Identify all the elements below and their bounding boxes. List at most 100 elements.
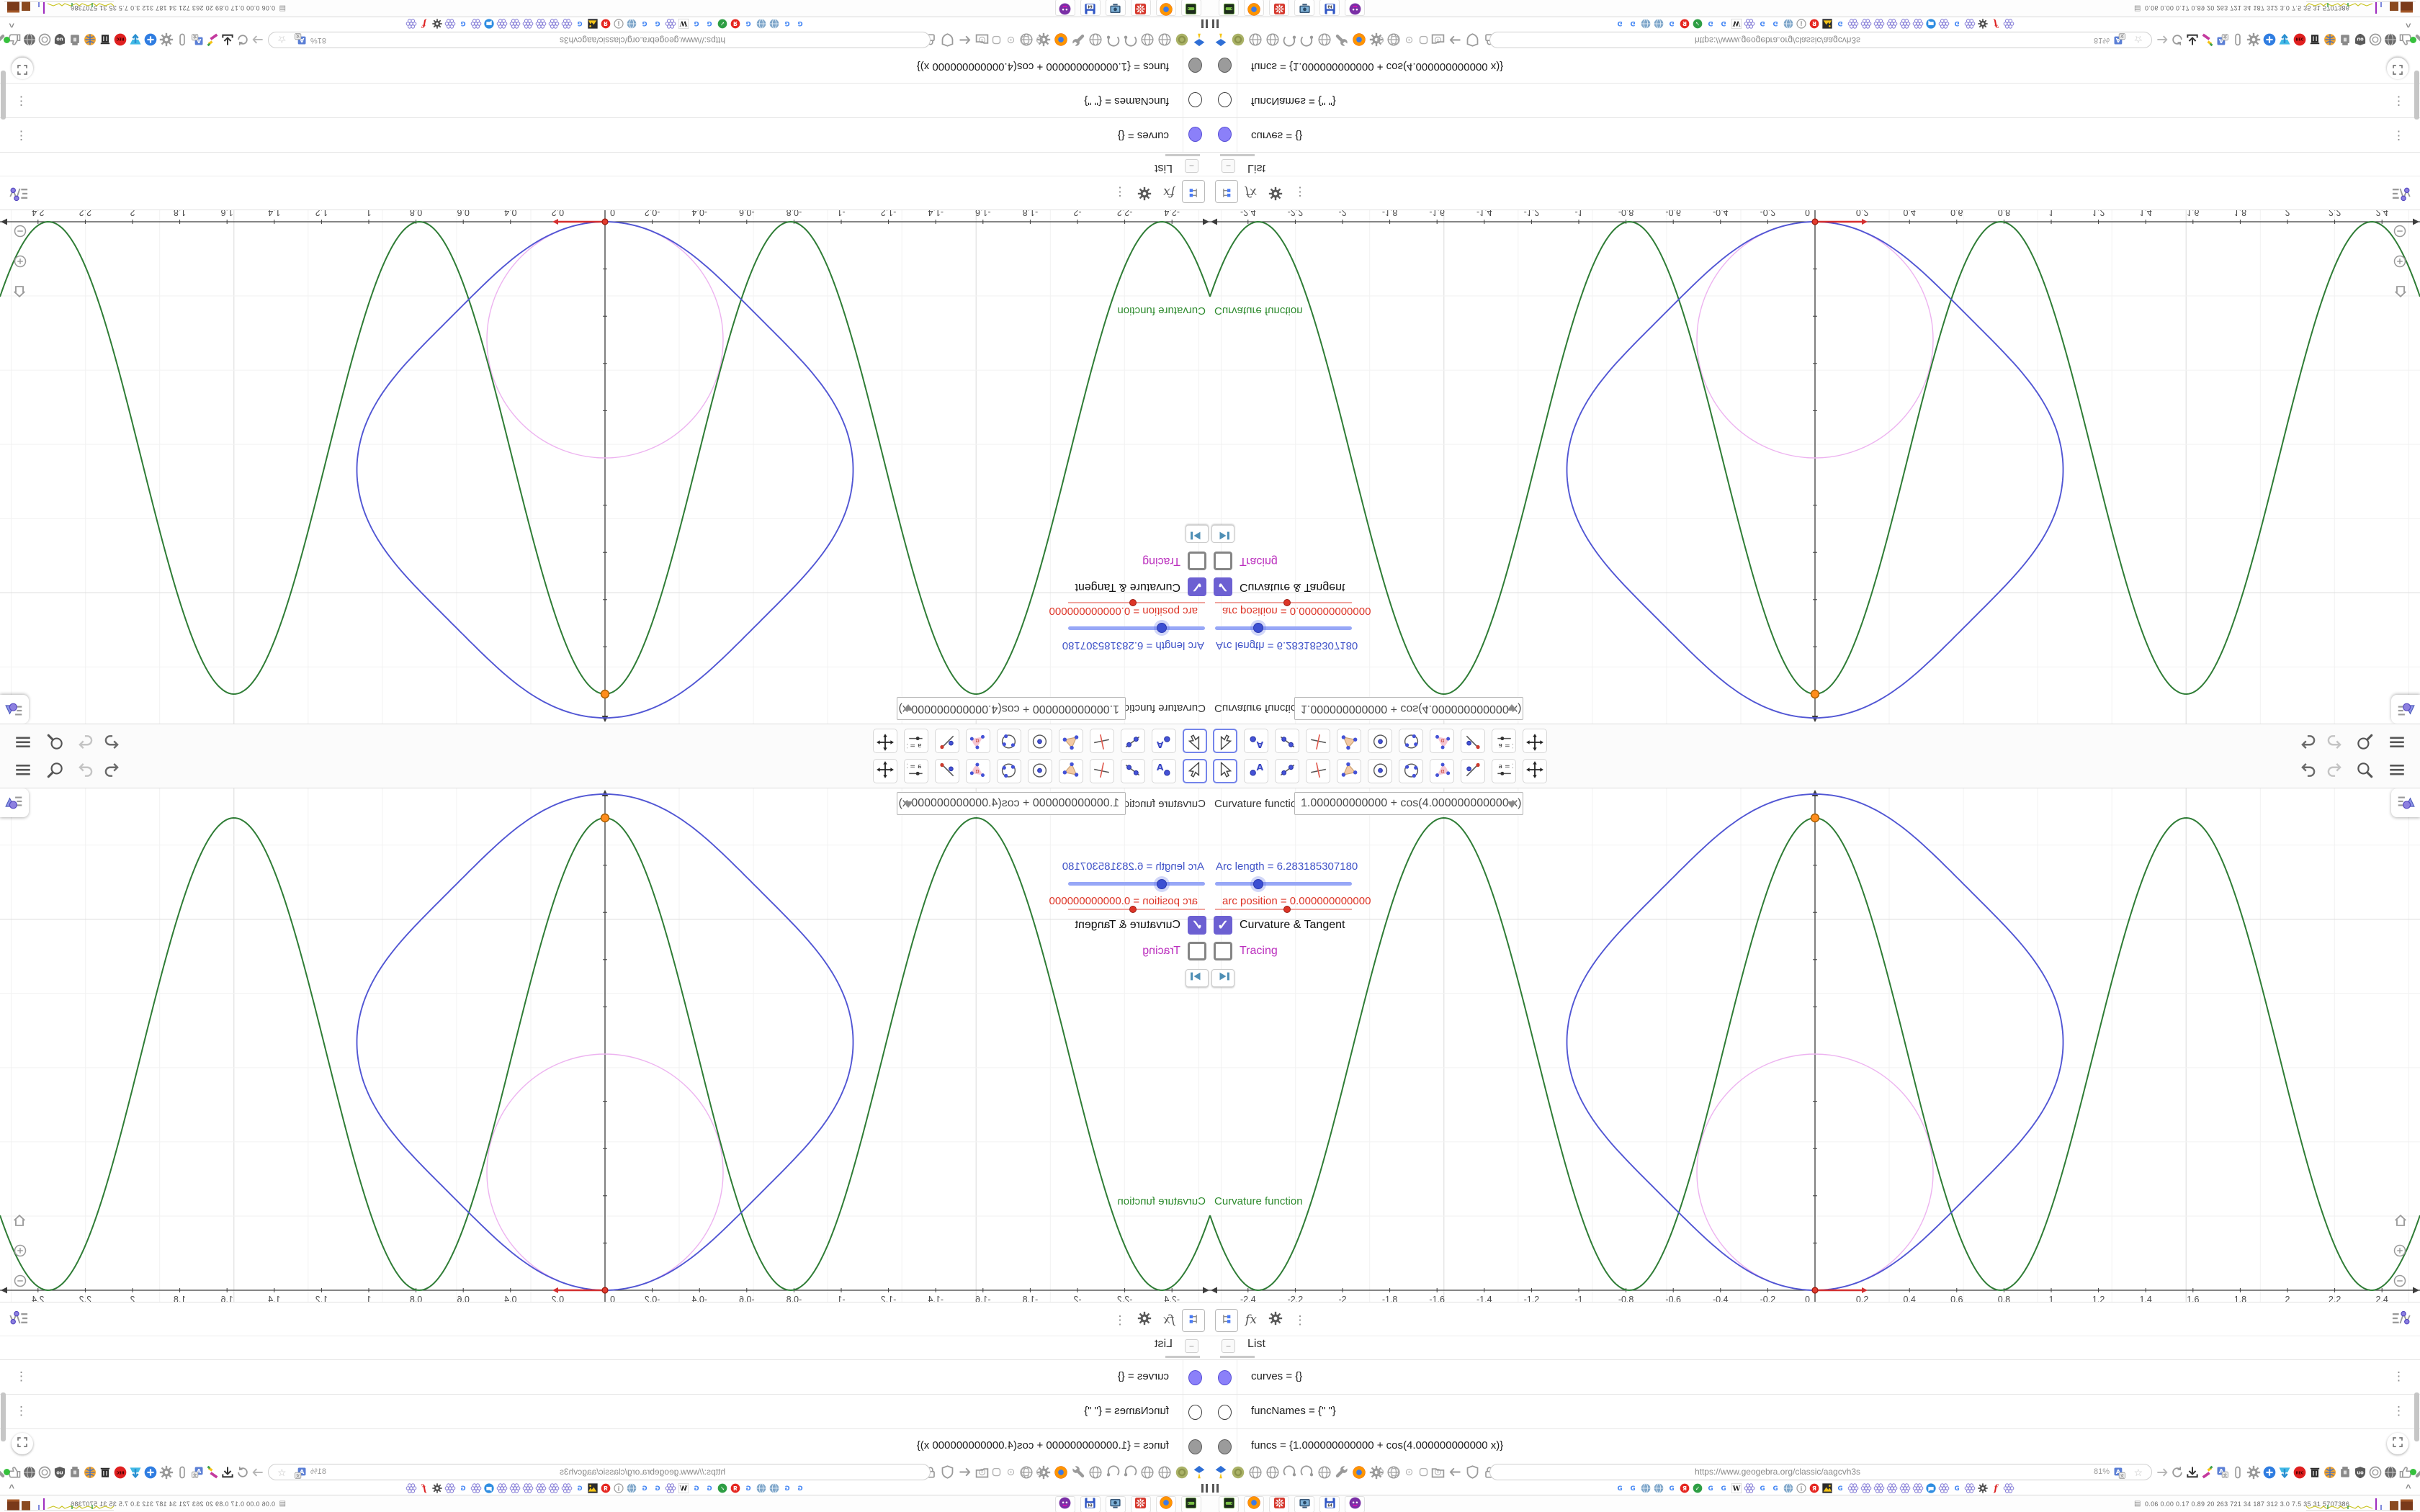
graphics-view[interactable]: -2.4 -2.2 -2 -1.8 -1.6 -1.4 -1.2 -1 -0.8 -0.6 -0.4… xyxy=(1210,788,2420,1302)
zoom-out-button[interactable] xyxy=(13,1274,27,1292)
tab-favicon-google[interactable]: G xyxy=(691,1482,702,1494)
tab-favicon-geogebra[interactable] xyxy=(1860,18,1872,30)
tab-favicon-yandex[interactable]: Я xyxy=(1809,1482,1820,1494)
row-menu-icon[interactable]: ⋮ xyxy=(2393,129,2405,143)
graphics-stylebar-toggle[interactable] xyxy=(2391,695,2420,724)
play-step-button[interactable] xyxy=(1186,969,1209,987)
tab-favicon-google[interactable]: G xyxy=(1705,1482,1716,1494)
dot-circle-icon[interactable] xyxy=(1376,35,1385,45)
taskbar-app-red-settings[interactable] xyxy=(1131,0,1151,16)
tab-favicon-yandex[interactable]: Я xyxy=(730,1482,741,1494)
visibility-toggle-funcs[interactable] xyxy=(1218,58,1232,73)
globe-icon[interactable] xyxy=(1265,1464,1281,1480)
tab-favicon-geogebra[interactable] xyxy=(1847,18,1859,30)
round-box-icon[interactable] xyxy=(1418,1467,1429,1477)
tool-angle-button[interactable]: α xyxy=(966,729,990,753)
tab-favicon-google[interactable]: G xyxy=(1770,18,1781,30)
visibility-toggle-curves[interactable] xyxy=(1188,1370,1202,1385)
bookmark-star-icon[interactable]: ☆ xyxy=(277,1467,287,1479)
tab-favicon-geogebra[interactable] xyxy=(522,1482,534,1494)
round-box-icon[interactable] xyxy=(991,35,1002,45)
tool-circle-center-button[interactable] xyxy=(1368,729,1392,753)
algebra-more-button[interactable]: ⋮ xyxy=(1289,1309,1311,1331)
download-icon[interactable] xyxy=(220,1465,235,1480)
taskbar-app-firefox[interactable] xyxy=(1244,0,1264,16)
graphics-stylebar-toggle[interactable] xyxy=(0,695,29,724)
tab-favicon-math-f[interactable]: f xyxy=(1990,18,2002,30)
tracing-checkbox[interactable] xyxy=(1214,942,1232,960)
algebra-row-funcnames[interactable]: funcNames = {" "} ⋮ xyxy=(1210,83,2420,118)
tab-favicon-wikipedia[interactable]: W xyxy=(678,1482,689,1494)
tab-favicon-photos[interactable] xyxy=(587,1482,599,1494)
firefox-icon[interactable] xyxy=(1351,1464,1367,1480)
translate-a-icon[interactable]: A文 xyxy=(190,32,205,47)
gear-icon[interactable] xyxy=(2246,1464,2262,1480)
olive-ring-icon[interactable] xyxy=(1174,1464,1190,1480)
main-menu-button[interactable] xyxy=(2388,732,2406,750)
redo-dot-icon[interactable] xyxy=(1105,32,1121,48)
tab-favicon-geogebra[interactable] xyxy=(2003,18,2015,30)
highlighter-icon[interactable] xyxy=(205,32,220,47)
row-menu-icon[interactable]: ⋮ xyxy=(2393,1405,2405,1417)
tab-favicon-geogebra[interactable] xyxy=(444,18,456,30)
curvature-tangent-checkbox[interactable]: ✓ xyxy=(1214,577,1232,596)
record-icon[interactable]: REC xyxy=(2293,32,2307,47)
tab-favicon-sphere[interactable] xyxy=(756,18,767,30)
tab-favicon-geogebra[interactable] xyxy=(1964,1482,1976,1494)
dot-circle-icon[interactable] xyxy=(1376,1467,1385,1477)
algebra-row-curves[interactable]: curves = {} ⋮ xyxy=(0,1359,1210,1395)
visibility-toggle-funcs[interactable] xyxy=(1188,58,1202,73)
tab-favicon-geogebra[interactable] xyxy=(561,1482,573,1494)
tab-favicon-google[interactable]: G xyxy=(794,1482,806,1494)
fullscreen-button[interactable] xyxy=(12,58,33,79)
tab-favicon-yandex[interactable]: Я xyxy=(1809,18,1820,30)
taskbar-app-screenshot-tool[interactable] xyxy=(1294,1496,1314,1512)
taskbar-app-floppy-64[interactable]: 64 xyxy=(1080,1496,1101,1512)
tab-favicon-google[interactable]: G xyxy=(1951,1482,1963,1494)
tab-favicon-geogebra[interactable] xyxy=(1847,1482,1859,1494)
scroll-up-icon[interactable]: ^ xyxy=(2406,19,2411,30)
collapse-list-button[interactable]: − xyxy=(1222,1339,1235,1353)
share-globe-icon[interactable] xyxy=(83,32,97,47)
algebra-row-funcs[interactable]: funcs = {1.000000000000 + cos(4.00000000… xyxy=(1210,48,2420,84)
tab-favicon-geogebra[interactable] xyxy=(535,1482,547,1494)
tab-favicon-info[interactable]: i xyxy=(613,18,624,30)
ublock-shield-icon[interactable]: uo xyxy=(2353,1465,2367,1480)
list-tab-label[interactable]: List xyxy=(1247,1338,1265,1351)
home-button[interactable] xyxy=(2393,1212,2408,1232)
redo-button[interactable] xyxy=(2325,732,2344,750)
redo-dot-icon[interactable] xyxy=(1122,1464,1138,1480)
tab-favicon-google[interactable]: G xyxy=(781,18,793,30)
algebra-more-button[interactable]: ⋮ xyxy=(1289,181,1311,203)
address-bar[interactable]: https://www.geogebra.org/classic/aagcvh3… xyxy=(268,1464,931,1480)
firefox-icon[interactable] xyxy=(1053,1464,1069,1480)
curvature-function-dropdown[interactable]: 1.000000000000 + cos(4.000000000000 x) xyxy=(1294,697,1523,720)
search-button[interactable] xyxy=(46,732,65,750)
taskbar-app-disk-app[interactable] xyxy=(1219,1496,1239,1512)
dot-circle-icon[interactable] xyxy=(1006,1467,1016,1477)
tool-line-button[interactable] xyxy=(1275,729,1299,753)
algebra-stylebar-toggle[interactable] xyxy=(9,181,30,203)
home-button[interactable] xyxy=(2393,280,2408,300)
row-menu-icon[interactable]: ⋮ xyxy=(15,1404,27,1418)
tab-favicon-wikipedia[interactable]: W xyxy=(1731,1482,1742,1494)
tab-favicon-google[interactable]: G xyxy=(1666,1482,1677,1494)
visibility-toggle-funcnames[interactable] xyxy=(1188,92,1202,107)
download-icon[interactable] xyxy=(2185,32,2200,47)
tab-favicon-google[interactable]: G xyxy=(574,18,586,30)
tab-favicon-google[interactable]: G xyxy=(1757,1482,1768,1494)
taskbar-app-purple-avatar[interactable] xyxy=(1345,0,1365,16)
row-menu-icon[interactable]: ⋮ xyxy=(15,94,27,108)
tab-favicon-green-check[interactable]: ✓ xyxy=(717,18,728,30)
taskbar-app-screenshot-tool[interactable] xyxy=(1106,0,1126,16)
gear-icon[interactable] xyxy=(158,32,174,48)
round-box-icon[interactable] xyxy=(991,1467,1002,1477)
tab-favicon-google[interactable]: G xyxy=(1718,1482,1729,1494)
tool-conic-button[interactable] xyxy=(997,759,1021,783)
taskbar-app-red-settings[interactable] xyxy=(1269,1496,1289,1512)
dot-circle-icon[interactable] xyxy=(1035,35,1044,45)
scrollbar-thumb[interactable] xyxy=(1,1392,6,1441)
wrench-icon[interactable] xyxy=(1334,32,1350,48)
arc-length-slider[interactable] xyxy=(1215,882,1352,886)
tab-favicon-yandex[interactable]: Я xyxy=(600,18,611,30)
